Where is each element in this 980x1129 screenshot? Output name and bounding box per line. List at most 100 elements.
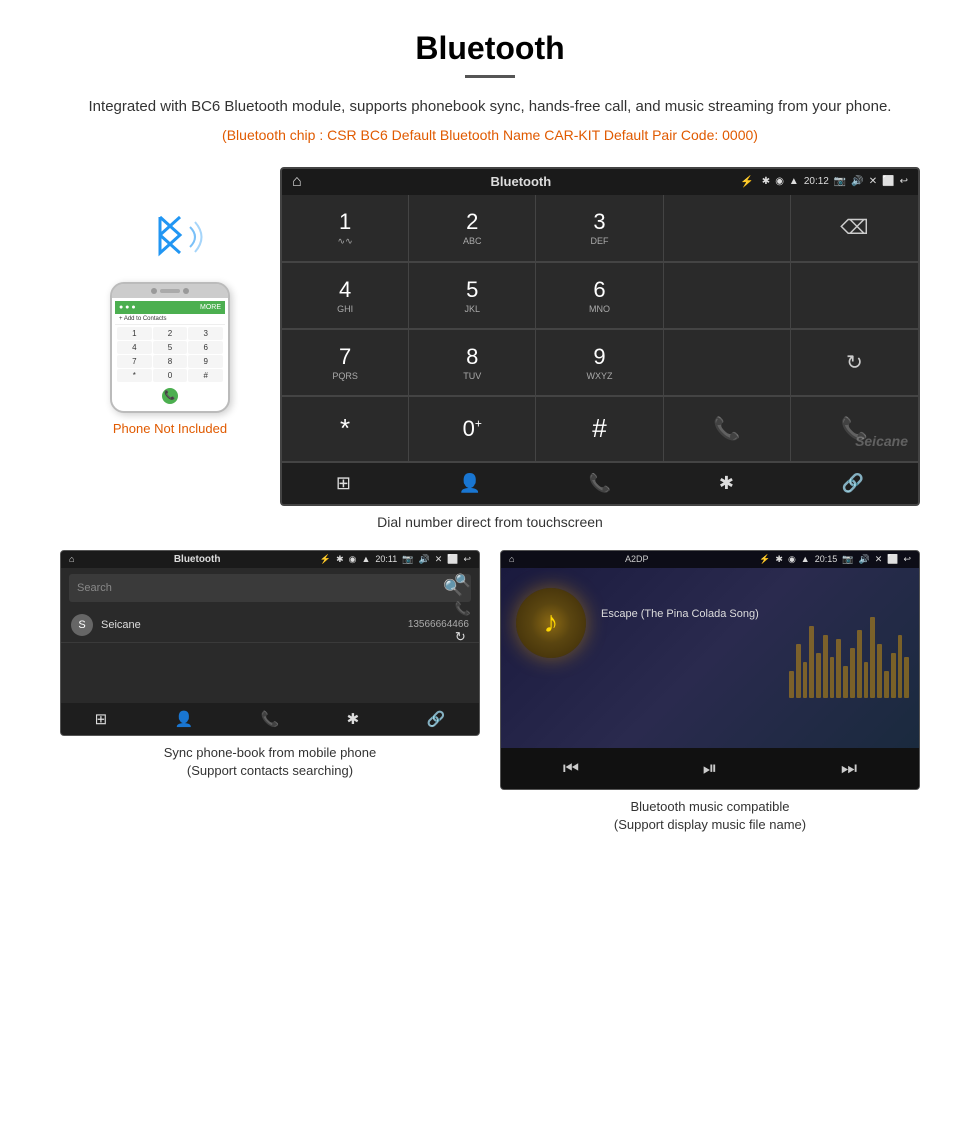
- main-demo-area: ● ● ● MORE + Add to Contacts 1 2 3 4 5 6…: [60, 167, 920, 506]
- pb-wifi-icon: ▲: [361, 554, 370, 564]
- pb-bt2-icon[interactable]: ✱: [347, 710, 360, 728]
- music-status-bar: ⌂ A2DP ⚡ ✱ ◉ ▲ 20:15 📷 🔊 ✕ ⬜ ↩: [501, 551, 919, 568]
- phone-key-6[interactable]: 6: [188, 341, 223, 354]
- dial-key-9[interactable]: 9 WXYZ: [536, 330, 663, 396]
- music-content: ♪ Escape (The Pina Colada Song): [501, 568, 919, 748]
- pb-win-icon[interactable]: ⬜: [447, 554, 458, 565]
- viz-bar-4: [809, 626, 814, 698]
- viz-bar-12: [864, 662, 869, 698]
- back-icon[interactable]: ↩: [900, 176, 908, 187]
- pb-contacts-icon[interactable]: 👤: [175, 710, 194, 728]
- dial-backspace[interactable]: ⌫: [791, 195, 918, 262]
- viz-bar-15: [884, 671, 889, 698]
- music-play-pause-icon[interactable]: ⏯: [703, 758, 717, 779]
- time-display: 20:12: [804, 176, 829, 187]
- pb-bottom-bar: ⊞ 👤 📞 ✱ 🔗: [61, 703, 479, 735]
- phone-key-4[interactable]: 4: [117, 341, 152, 354]
- bottom-screenshots: ⌂ Bluetooth ⚡ ✱ ◉ ▲ 20:11 📷 🔊 ✕ ⬜ ↩ Sear…: [60, 550, 920, 834]
- phone-dialpad: 1 2 3 4 5 6 7 8 9 * 0 #: [115, 325, 225, 384]
- music-win-icon[interactable]: ⬜: [887, 554, 898, 565]
- viz-bar-2: [796, 644, 801, 698]
- pb-back-icon[interactable]: ↩: [463, 554, 471, 565]
- dial-key-5[interactable]: 5 JKL: [409, 263, 536, 329]
- bottom-bt-icon[interactable]: ✱: [719, 473, 734, 494]
- phone-call-button[interactable]: 📞: [162, 388, 178, 404]
- phonebook-screenshot: ⌂ Bluetooth ⚡ ✱ ◉ ▲ 20:11 📷 🔊 ✕ ⬜ ↩ Sear…: [60, 550, 480, 834]
- phone-add-contact: + Add to Contacts: [115, 314, 225, 325]
- phone-key-star[interactable]: *: [117, 369, 152, 382]
- dial-key-4[interactable]: 4 GHI: [282, 263, 409, 329]
- pb-phone-right-icon[interactable]: 📞: [455, 601, 471, 617]
- music-wifi-icon: ▲: [801, 554, 810, 564]
- viz-bar-16: [891, 653, 896, 698]
- phone-key-7[interactable]: 7: [117, 355, 152, 368]
- music-close-icon[interactable]: ✕: [875, 554, 883, 565]
- bottom-grid-icon[interactable]: ⊞: [336, 473, 351, 494]
- pb-refresh-right-icon[interactable]: ↻: [455, 629, 471, 645]
- pb-contact-name: Seicane: [101, 619, 408, 631]
- phone-key-9[interactable]: 9: [188, 355, 223, 368]
- music-home-icon[interactable]: ⌂: [509, 554, 514, 564]
- main-caption: Dial number direct from touchscreen: [60, 514, 920, 530]
- pb-right-icon-group: 🔍 📞 ↻: [455, 573, 471, 645]
- dial-key-1[interactable]: 1 ∿∿: [282, 195, 409, 262]
- dial-key-8[interactable]: 8 TUV: [409, 330, 536, 396]
- volume-icon[interactable]: 🔊: [851, 176, 863, 187]
- music-screenshot: ⌂ A2DP ⚡ ✱ ◉ ▲ 20:15 📷 🔊 ✕ ⬜ ↩: [500, 550, 920, 834]
- dial-key-3[interactable]: 3 DEF: [536, 195, 663, 262]
- pb-link-icon[interactable]: 🔗: [427, 710, 446, 728]
- dial-key-hash[interactable]: #: [536, 397, 663, 462]
- phone-key-2[interactable]: 2: [153, 327, 188, 340]
- dial-key-6[interactable]: 6 MNO: [536, 263, 663, 329]
- bottom-link-icon[interactable]: 🔗: [842, 473, 864, 494]
- music-prev-icon[interactable]: ⏮: [563, 758, 579, 779]
- music-vol-icon[interactable]: 🔊: [858, 554, 869, 565]
- phone-key-3[interactable]: 3: [188, 327, 223, 340]
- phone-key-8[interactable]: 8: [153, 355, 188, 368]
- pb-phone2-icon[interactable]: 📞: [261, 710, 280, 728]
- dialpad-row-2: 4 GHI 5 JKL 6 MNO: [282, 263, 918, 330]
- dial-call-green[interactable]: 📞: [664, 397, 791, 462]
- viz-bar-5: [816, 653, 821, 698]
- pb-spacer: [61, 643, 479, 703]
- phonebook-caption: Sync phone-book from mobile phone(Suppor…: [60, 744, 480, 780]
- viz-bar-7: [830, 657, 835, 698]
- call-green-icon: 📞: [713, 416, 740, 442]
- phone-key-5[interactable]: 5: [153, 341, 188, 354]
- music-back-icon[interactable]: ↩: [903, 554, 911, 565]
- music-note-icon: ♪: [544, 606, 559, 640]
- dial-refresh[interactable]: ↻: [791, 330, 918, 396]
- viz-bar-10: [850, 648, 855, 698]
- phone-key-0[interactable]: 0: [153, 369, 188, 382]
- phone-key-hash[interactable]: #: [188, 369, 223, 382]
- music-next-icon[interactable]: ⏭: [841, 758, 857, 779]
- status-home-icon[interactable]: ⌂: [292, 173, 302, 191]
- dial-key-star[interactable]: *: [282, 397, 409, 462]
- dial-key-7[interactable]: 7 PQRS: [282, 330, 409, 396]
- bottom-contacts-icon[interactable]: 👤: [459, 473, 481, 494]
- viz-bar-1: [789, 671, 794, 698]
- pb-contact-row[interactable]: S Seicane 13566664466: [61, 608, 479, 643]
- description-text: Integrated with BC6 Bluetooth module, su…: [60, 96, 920, 119]
- pb-grid-icon[interactable]: ⊞: [95, 710, 108, 728]
- pb-search-right-icon[interactable]: 🔍: [455, 573, 471, 589]
- pb-close-icon[interactable]: ✕: [435, 554, 443, 565]
- pb-vol-icon[interactable]: 🔊: [418, 554, 429, 565]
- dial-key-2[interactable]: 2 ABC: [409, 195, 536, 262]
- window-icon[interactable]: ⬜: [882, 176, 894, 187]
- dial-key-0[interactable]: 0+: [409, 397, 536, 462]
- page-title: Bluetooth: [60, 30, 920, 67]
- dialpad-bottom-bar: ⊞ 👤 📞 ✱ 🔗: [282, 463, 918, 504]
- phonebook-screen: ⌂ Bluetooth ⚡ ✱ ◉ ▲ 20:11 📷 🔊 ✕ ⬜ ↩ Sear…: [60, 550, 480, 736]
- music-album-art: ♪: [516, 588, 586, 658]
- phone-header-label: ● ● ●: [119, 304, 136, 311]
- viz-bar-17: [898, 635, 903, 698]
- close-icon[interactable]: ✕: [869, 176, 877, 187]
- music-title: A2DP: [519, 554, 754, 564]
- pb-search-bar[interactable]: Search 🔍: [69, 574, 471, 602]
- phone-key-1[interactable]: 1: [117, 327, 152, 340]
- dial-call-red[interactable]: 📞: [791, 397, 918, 462]
- bottom-phone-icon[interactable]: 📞: [589, 473, 611, 494]
- pb-home-icon[interactable]: ⌂: [69, 554, 74, 564]
- music-screen: ⌂ A2DP ⚡ ✱ ◉ ▲ 20:15 📷 🔊 ✕ ⬜ ↩: [500, 550, 920, 790]
